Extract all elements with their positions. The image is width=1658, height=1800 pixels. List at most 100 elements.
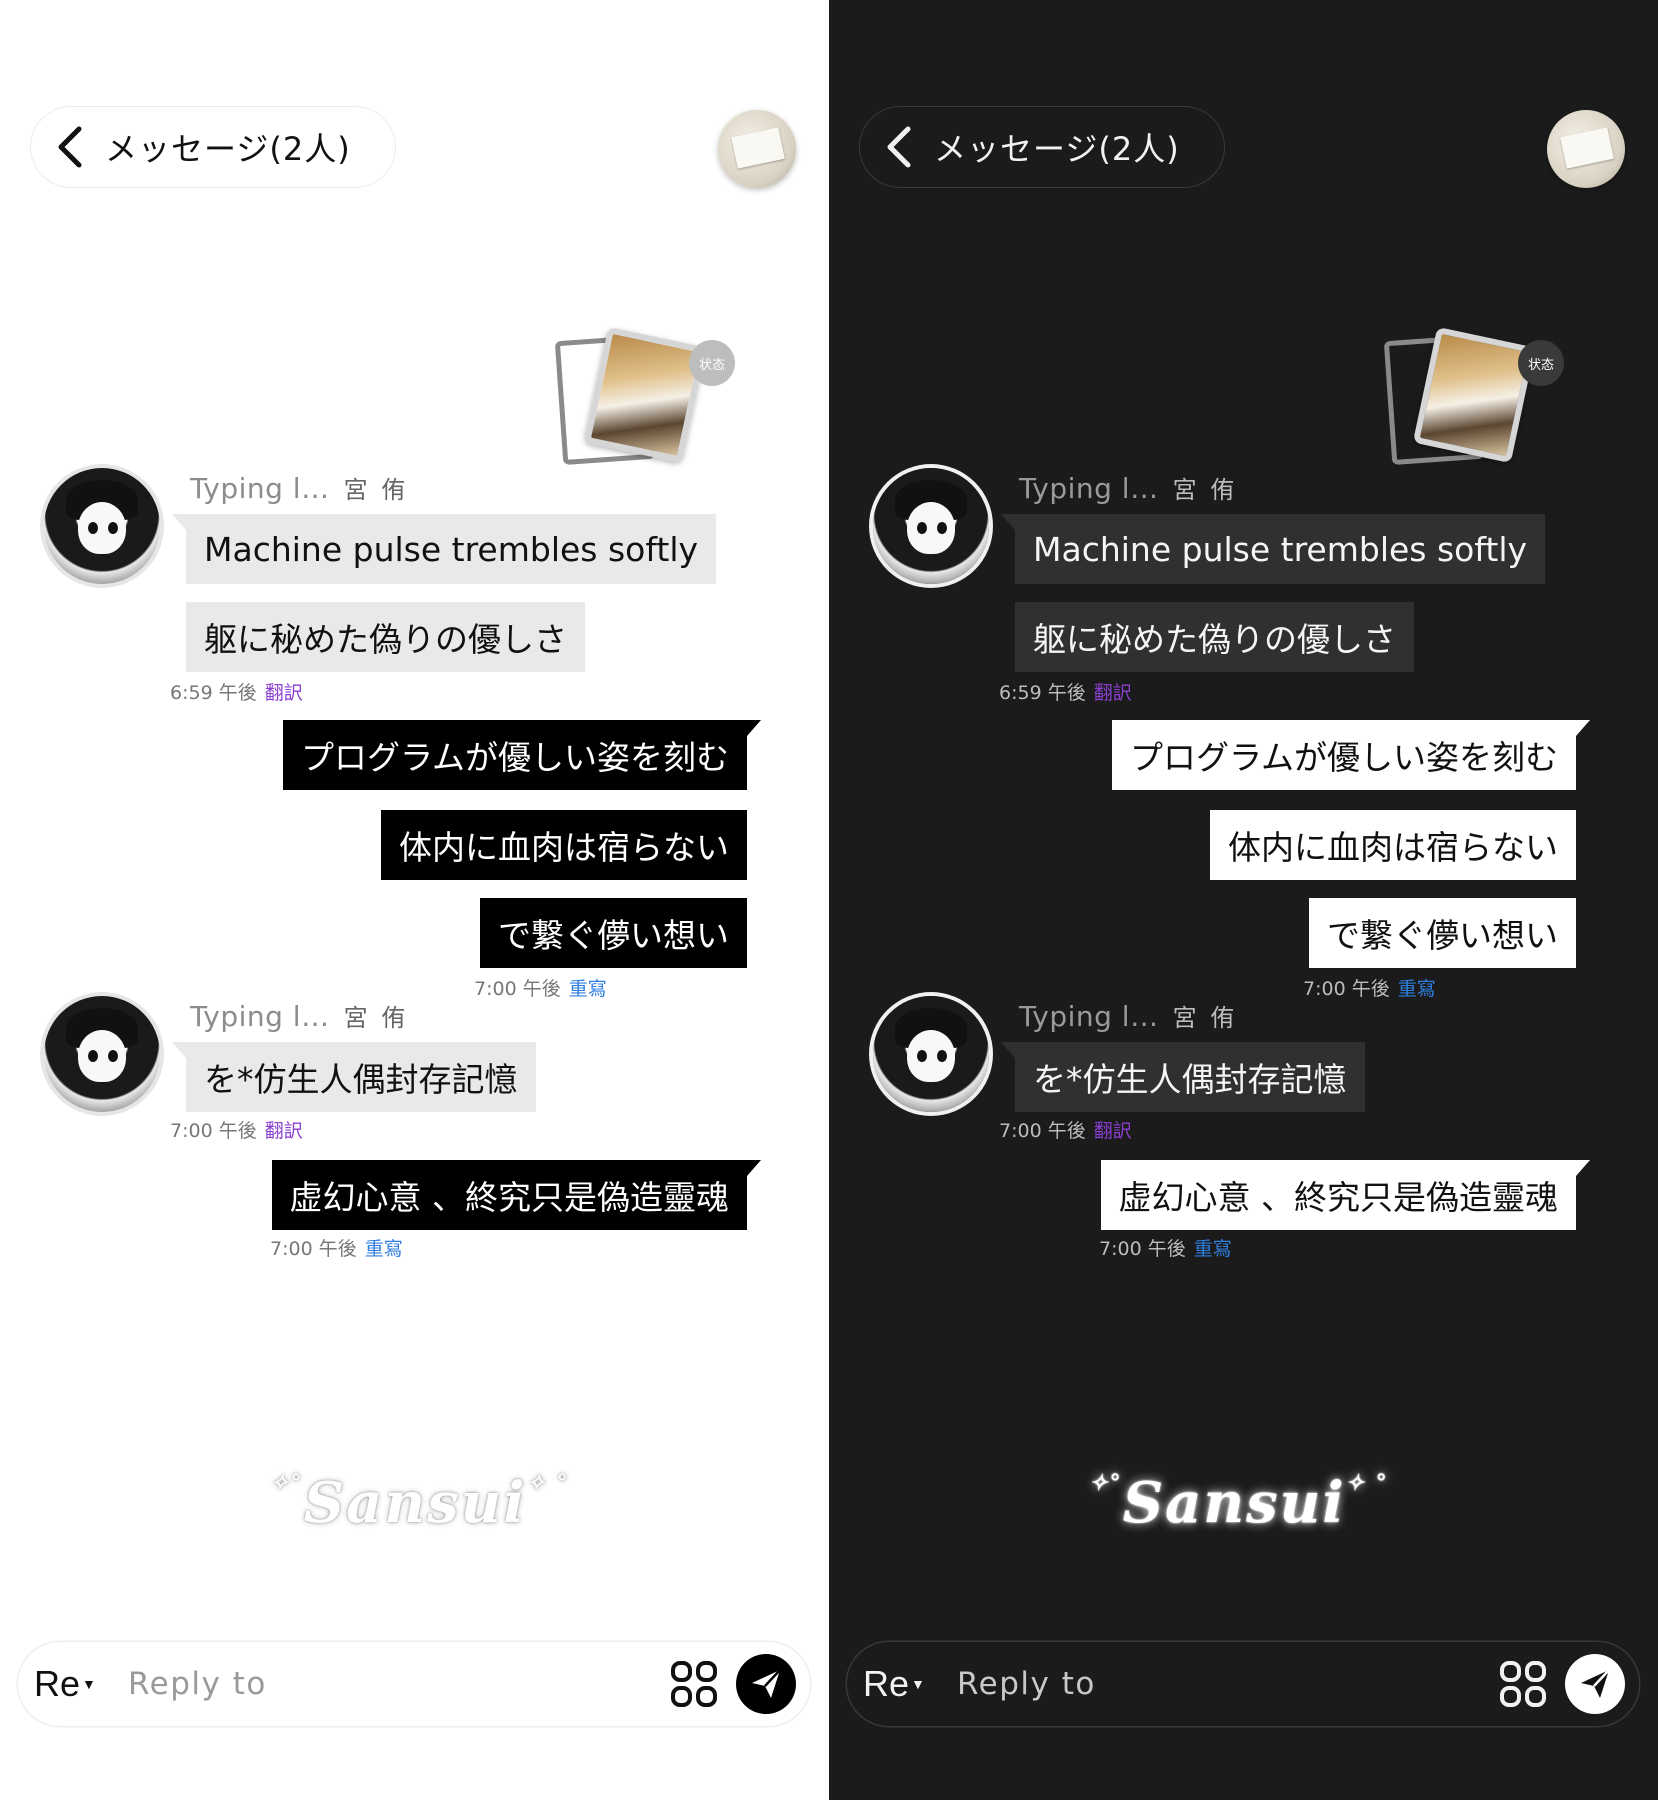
back-chevron-icon[interactable]	[882, 125, 916, 169]
sender-nickname: 宮 侑	[1172, 476, 1238, 504]
caret-down-icon: ▼	[82, 1676, 96, 1692]
message-text: Machine pulse trembles softly	[1033, 529, 1528, 569]
sansui-watermark: ✧°Sansui✧ °	[1089, 1470, 1389, 1536]
chat-title: メッセージ(2人)	[105, 130, 351, 168]
sansui-watermark: ✧°Sansui✧ °	[270, 1470, 570, 1536]
incoming-message[interactable]: を*仿生人偶封存記憶	[1001, 1042, 1365, 1112]
status-sticker[interactable]: 状态	[554, 326, 745, 480]
caret-down-icon: ▼	[911, 1676, 925, 1692]
dark-theme-screen: メッセージ(2人) 状态 Typing l… 宮 侑 Machine pulse…	[829, 0, 1658, 1800]
outgoing-message[interactable]: 虚幻心意 、終究只是偽造靈魂	[1100, 1160, 1590, 1230]
reply-input[interactable]	[128, 1666, 666, 1702]
message-text: 体内に血肉は宿らない	[399, 828, 729, 867]
message-text: を*仿生人偶封存記憶	[204, 1060, 518, 1099]
message-text: 体内に血肉は宿らない	[1228, 828, 1558, 867]
watermark-text: Sansui	[303, 1470, 527, 1536]
message-time: 7:00 午後	[1303, 978, 1390, 1000]
send-plane-icon	[752, 1669, 781, 1698]
message-time: 7:00 午後	[999, 1120, 1086, 1142]
sender-name-row: Typing l… 宮 侑	[190, 998, 408, 1033]
message-time: 7:00 午後	[474, 978, 561, 1000]
sender-avatar[interactable]	[44, 996, 160, 1112]
reply-mode-dropdown[interactable]: Re ▼	[34, 1663, 114, 1705]
send-plane-icon	[1581, 1669, 1610, 1698]
message-meta: 6:59 午後 翻訳	[999, 678, 1132, 705]
apps-grid-icon[interactable]	[666, 1656, 722, 1712]
sender-name-row: Typing l… 宮 侑	[1019, 470, 1237, 505]
message-text: 躯に秘めた偽りの優しさ	[204, 620, 567, 659]
incoming-message[interactable]: 躯に秘めた偽りの優しさ	[186, 602, 585, 672]
message-time: 7:00 午後	[270, 1238, 357, 1260]
message-composer: Re ▼	[847, 1642, 1639, 1726]
sender-avatar[interactable]	[873, 468, 989, 584]
reply-mode-dropdown[interactable]: Re ▼	[863, 1663, 943, 1705]
status-sticker[interactable]: 状态	[1383, 326, 1574, 480]
chat-title: メッセージ(2人)	[934, 130, 1180, 168]
message-meta: 6:59 午後 翻訳	[170, 678, 303, 705]
sender-status: Typing l…	[190, 1000, 330, 1033]
message-text: で繋ぐ儚い想い	[1327, 916, 1558, 955]
outgoing-message[interactable]: 体内に血肉は宿らない	[1210, 810, 1576, 880]
translate-link[interactable]: 翻訳	[1094, 1116, 1132, 1143]
light-theme-screen: メッセージ(2人) 状态 Typing l… 宮 侑 Machine pulse…	[0, 0, 829, 1800]
message-meta: 7:00 午後 翻訳	[170, 1116, 303, 1143]
outgoing-message[interactable]: 体内に血肉は宿らない	[381, 810, 747, 880]
apps-grid-icon[interactable]	[1495, 1656, 1551, 1712]
group-avatar[interactable]	[1547, 110, 1625, 188]
status-badge: 状态	[689, 340, 735, 386]
message-text: 虚幻心意 、終究只是偽造靈魂	[289, 1178, 730, 1217]
incoming-message[interactable]: 躯に秘めた偽りの優しさ	[1015, 602, 1414, 672]
outgoing-message[interactable]: プログラムが優しい姿を刻む	[1111, 720, 1590, 790]
sender-status: Typing l…	[1019, 472, 1159, 505]
outgoing-message[interactable]: で繋ぐ儚い想い	[480, 898, 747, 968]
reply-mode-label: Re	[863, 1663, 910, 1704]
message-text: 虚幻心意 、終究只是偽造靈魂	[1118, 1178, 1559, 1217]
send-button[interactable]	[1565, 1654, 1625, 1714]
translate-link[interactable]: 翻訳	[265, 1116, 303, 1143]
sender-nickname: 宮 侑	[343, 1004, 409, 1032]
sender-name-row: Typing l… 宮 侑	[190, 470, 408, 505]
message-text: 躯に秘めた偽りの優しさ	[1033, 620, 1396, 659]
status-badge: 状态	[1518, 340, 1564, 386]
message-text: プログラムが優しい姿を刻む	[1129, 738, 1558, 777]
send-button[interactable]	[736, 1654, 796, 1714]
sender-nickname: 宮 侑	[1172, 1004, 1238, 1032]
incoming-message[interactable]: Machine pulse trembles softly	[172, 514, 717, 584]
message-meta: 7:00 午後 翻訳	[999, 1116, 1132, 1143]
outgoing-message[interactable]: 虚幻心意 、終究只是偽造靈魂	[271, 1160, 761, 1230]
outgoing-message[interactable]: プログラムが優しい姿を刻む	[282, 720, 761, 790]
message-time: 7:00 午後	[1099, 1238, 1186, 1260]
message-meta: 7:00 午後 重寫	[1099, 1234, 1232, 1261]
message-text: Machine pulse trembles softly	[204, 529, 699, 569]
rewrite-link[interactable]: 重寫	[1194, 1234, 1232, 1261]
rewrite-link[interactable]: 重寫	[569, 974, 607, 1001]
message-text: で繋ぐ儚い想い	[498, 916, 729, 955]
back-chevron-icon[interactable]	[53, 125, 87, 169]
group-avatar[interactable]	[718, 110, 796, 188]
message-time: 6:59 午後	[999, 682, 1086, 704]
incoming-message[interactable]: を*仿生人偶封存記憶	[172, 1042, 536, 1112]
chat-header: メッセージ(2人)	[30, 106, 396, 188]
outgoing-message[interactable]: で繋ぐ儚い想い	[1309, 898, 1576, 968]
rewrite-link[interactable]: 重寫	[1398, 974, 1436, 1001]
sender-nickname: 宮 侑	[343, 476, 409, 504]
message-text: プログラムが優しい姿を刻む	[300, 738, 729, 777]
message-text: を*仿生人偶封存記憶	[1033, 1060, 1347, 1099]
reply-input[interactable]	[957, 1666, 1495, 1702]
message-meta: 7:00 午後 重寫	[1303, 974, 1436, 1001]
sender-avatar[interactable]	[873, 996, 989, 1112]
message-time: 7:00 午後	[170, 1120, 257, 1142]
watermark-text: Sansui	[1122, 1470, 1346, 1536]
message-meta: 7:00 午後 重寫	[474, 974, 607, 1001]
sender-status: Typing l…	[190, 472, 330, 505]
translate-link[interactable]: 翻訳	[1094, 678, 1132, 705]
rewrite-link[interactable]: 重寫	[365, 1234, 403, 1261]
sender-avatar[interactable]	[44, 468, 160, 584]
incoming-message[interactable]: Machine pulse trembles softly	[1001, 514, 1546, 584]
message-composer: Re ▼	[18, 1642, 810, 1726]
message-meta: 7:00 午後 重寫	[270, 1234, 403, 1261]
sender-name-row: Typing l… 宮 侑	[1019, 998, 1237, 1033]
message-time: 6:59 午後	[170, 682, 257, 704]
reply-mode-label: Re	[34, 1663, 81, 1704]
translate-link[interactable]: 翻訳	[265, 678, 303, 705]
